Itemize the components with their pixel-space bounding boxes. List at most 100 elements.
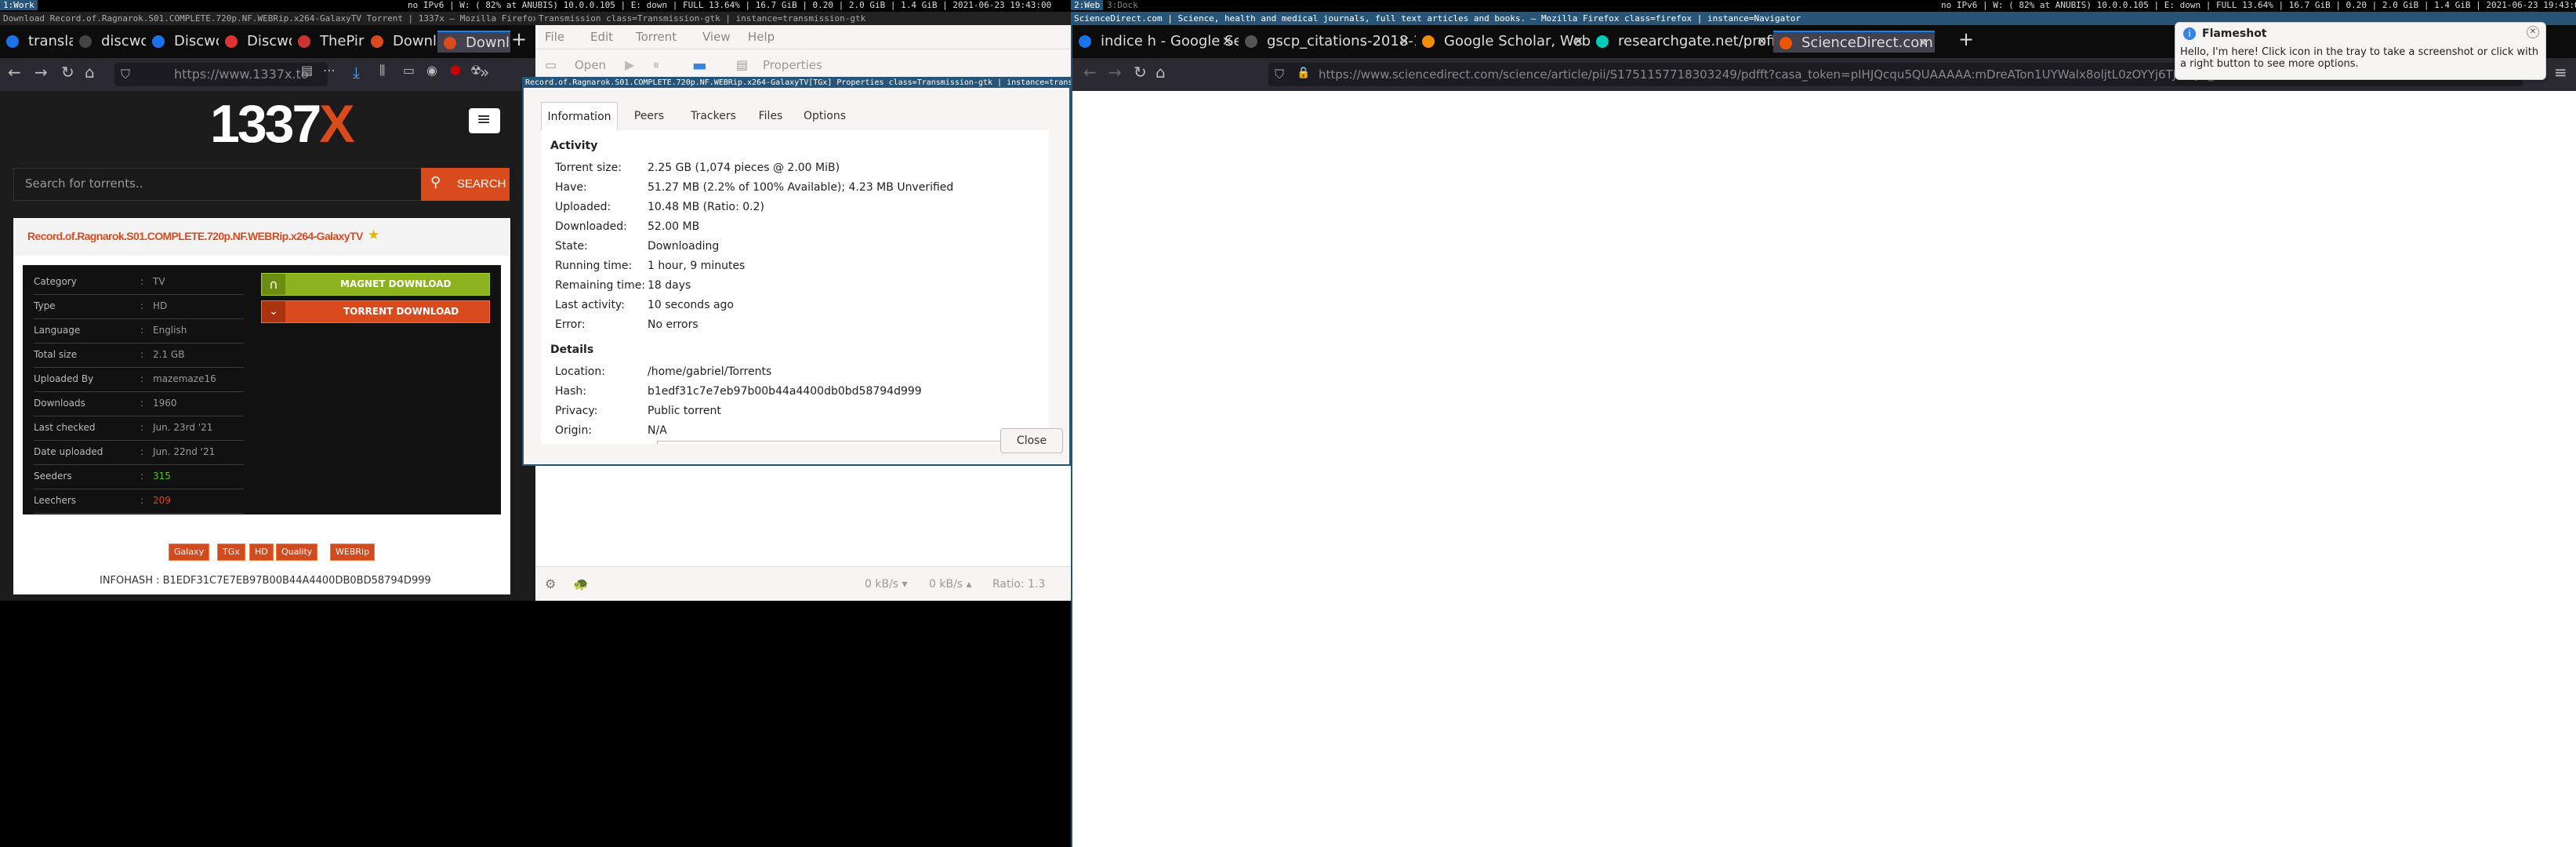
close-tab-icon[interactable]: ✕ <box>1757 31 1767 53</box>
library-icon[interactable]: ⫼ <box>379 63 385 78</box>
overflow-icon[interactable]: » <box>480 63 489 82</box>
tag-tgx[interactable]: TGx <box>217 543 245 561</box>
top-status-bar-left: 1:Work no IPv6 | W: ( 82% at ANUBIS) 10.… <box>0 0 1071 12</box>
home-icon[interactable]: ⌂ <box>85 63 95 82</box>
url-text-right: https://www.sciencedirect.com/science/ar… <box>1319 67 2245 82</box>
tag-webrip[interactable]: WEBRip <box>330 543 376 561</box>
tab-left-2[interactable]: Discwo <box>146 31 219 53</box>
tab-right-0[interactable]: indice h - Google Search✕ <box>1072 31 1239 53</box>
activity-row: Last activity: 10 seconds ago <box>555 299 734 311</box>
sidebar-icon[interactable]: ▭ <box>403 63 415 78</box>
right-firefox-window: indice h - Google Search✕gscp_citations-… <box>1071 25 2576 847</box>
search-button[interactable]: ⚲ SEARCH <box>421 168 510 201</box>
tab-left-4[interactable]: ThePira <box>292 31 365 53</box>
favicon-icon <box>79 35 92 48</box>
pause-icon[interactable]: ⏸ <box>653 57 659 73</box>
comment-field[interactable] <box>657 441 1003 444</box>
new-tab-icon-right[interactable]: + <box>1958 28 1974 50</box>
tag-galaxy[interactable]: Galaxy <box>169 543 210 561</box>
search-input[interactable]: Search for torrents.. <box>13 168 423 201</box>
window-title-left: Download Record.of.Ragnarok.S01.COMPLETE… <box>0 12 535 25</box>
tab-left-6[interactable]: Downlo <box>437 31 510 53</box>
lock-icon[interactable]: 🔒 <box>1297 67 1310 79</box>
new-tab-icon[interactable]: + <box>511 28 527 50</box>
more-actions-icon[interactable]: ⋯ <box>323 63 336 78</box>
ratio-text[interactable]: Ratio: 1.3 <box>992 578 1045 591</box>
top-status-bar-right: 2:Web 3:Dock no IPv6 | W: ( 82% at ANUBI… <box>1071 0 2576 12</box>
details-heading: Details <box>550 344 594 356</box>
tab-files[interactable]: Files <box>746 102 795 130</box>
window-title-middle: Transmission class=Transmission-gtk | in… <box>535 12 1071 25</box>
menu-edit[interactable]: Edit <box>590 30 613 44</box>
properties-icon[interactable]: ▤ <box>736 57 748 72</box>
left-tab-strip: translatediscwoDiscwoDiscwoThePiraDownlo… <box>0 25 535 58</box>
tab-information[interactable]: Information <box>541 102 618 130</box>
remove-icon[interactable]: ▬ <box>692 56 707 75</box>
favicon-icon <box>225 35 238 48</box>
url-text: https://www.1337x.to <box>174 67 309 82</box>
notification-close-icon[interactable]: ✕ <box>2527 26 2539 38</box>
forward-icon[interactable]: → <box>34 63 48 82</box>
open-icon[interactable]: ▭ <box>545 57 557 72</box>
info-icon: i <box>2183 27 2196 40</box>
menu-view[interactable]: View <box>702 30 731 44</box>
forward-icon-right[interactable]: → <box>1108 63 1122 82</box>
workspace-3[interactable]: 3:Dock <box>1104 0 1141 10</box>
favicon-icon <box>1245 35 1257 48</box>
back-icon-right[interactable]: ← <box>1083 63 1097 82</box>
open-button[interactable]: Open <box>575 58 606 72</box>
menu-help[interactable]: Help <box>748 30 775 44</box>
back-icon[interactable]: ← <box>8 63 21 82</box>
tab-left-5[interactable]: Downlo <box>365 31 437 53</box>
torrent-title: Record.of.Ragnarok.S01.COMPLETE.720p.NF.… <box>27 230 363 242</box>
magnet-download-button[interactable]: ∩ MAGNET DOWNLOAD <box>261 273 490 296</box>
tab-left-3[interactable]: Discwo <box>219 31 292 53</box>
tag-list: Galaxy TGx HD Quality WEBRip <box>169 543 404 561</box>
tab-peers[interactable]: Peers <box>618 102 680 130</box>
activity-row: Running time: 1 hour, 9 minutes <box>555 260 746 272</box>
menu-file[interactable]: File <box>545 30 564 44</box>
turtle-icon[interactable]: 🐢 <box>573 576 589 591</box>
url-bar[interactable]: ⛉ https://www.1337x.to <box>114 63 328 86</box>
torrent-detail-panel: Category: TV Type: HD Language: English Total … <box>23 265 501 514</box>
reload-icon[interactable]: ↻ <box>61 63 74 82</box>
reader-icon[interactable]: ▤ <box>301 63 313 78</box>
tab-trackers[interactable]: Trackers <box>680 102 746 130</box>
site-logo[interactable]: 1337X <box>210 94 355 154</box>
workspace-1[interactable]: 1:Work <box>0 0 38 10</box>
shield-icon[interactable]: ⛉ <box>121 67 130 82</box>
reload-icon-right[interactable]: ↻ <box>1134 63 1147 82</box>
flameshot-notification[interactable]: i Flameshot ✕ Hello, I'm here! Click ico… <box>2175 22 2546 80</box>
download-icon[interactable]: ⤓ <box>353 63 360 82</box>
tab-right-3[interactable]: researchgate.net/profile/Em✕ <box>1590 31 1773 53</box>
notification-title: Flameshot <box>2202 27 2267 40</box>
ublock-icon[interactable]: ⬢ <box>450 63 461 78</box>
start-icon[interactable]: ▶ <box>625 57 634 72</box>
tab-left-1[interactable]: discwo <box>73 31 146 53</box>
close-tab-icon[interactable]: ✕ <box>1918 32 1928 53</box>
torrent-download-button[interactable]: ⌄ TORRENT DOWNLOAD <box>261 300 490 323</box>
star-icon[interactable]: ★ <box>368 227 379 243</box>
tab-right-1[interactable]: gscp_citations-2018-10-05T✕ <box>1239 31 1416 53</box>
info-row: Type: HD <box>34 294 244 319</box>
tag-quality[interactable]: Quality <box>276 543 318 561</box>
shield-icon-right[interactable]: ⛉ <box>1275 67 1284 82</box>
close-tab-icon[interactable]: ✕ <box>1573 31 1584 53</box>
menu-toggle-button[interactable]: ≡ <box>469 108 500 133</box>
close-button[interactable]: Close <box>1000 428 1063 453</box>
tab-left-0[interactable]: translate <box>0 31 73 53</box>
close-tab-icon[interactable]: ✕ <box>1399 31 1410 53</box>
account-icon[interactable]: ◉ <box>426 63 437 78</box>
tab-right-4[interactable]: ScienceDirect.com | Scie✕ <box>1773 31 1935 53</box>
close-tab-icon[interactable]: ✕ <box>1222 31 1232 53</box>
workspace-2[interactable]: 2:Web <box>1071 0 1104 10</box>
gear-icon[interactable]: ⚙ <box>545 576 556 591</box>
tag-hd[interactable]: HD <box>249 543 274 561</box>
menu-torrent[interactable]: Torrent <box>636 30 677 44</box>
properties-button[interactable]: Properties <box>763 58 822 72</box>
info-row: Downloads:1960 <box>34 391 244 416</box>
home-icon-right[interactable]: ⌂ <box>1156 63 1166 82</box>
menu-icon-right[interactable]: ≡ <box>2554 63 2567 82</box>
tab-options[interactable]: Options <box>795 102 854 130</box>
tab-right-2[interactable]: Google Scholar, Web of Sc✕ <box>1416 31 1590 53</box>
